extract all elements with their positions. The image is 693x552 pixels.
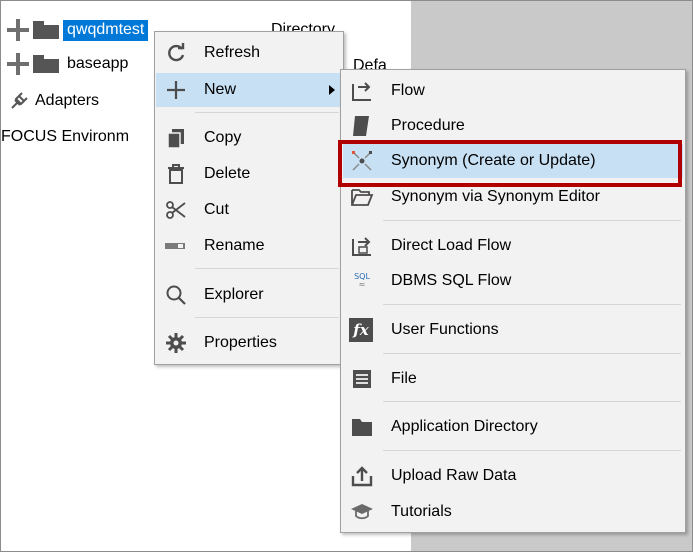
search-icon (163, 282, 189, 308)
menu-item-delete[interactable]: Delete (155, 157, 343, 191)
open-folder-icon (349, 184, 375, 210)
menu-separator (383, 401, 681, 402)
menu-separator (383, 450, 681, 451)
submenu-item-flow[interactable]: Flow (341, 74, 685, 108)
submenu-item-direct-load-flow[interactable]: Direct Load Flow (341, 229, 685, 263)
upload-icon (349, 463, 375, 489)
rename-icon (163, 233, 189, 259)
submenu-item-upload-raw-data[interactable]: Upload Raw Data (341, 459, 685, 493)
file-icon (349, 366, 375, 392)
submenu-item-procedure[interactable]: Procedure (341, 109, 685, 143)
menu-separator (195, 317, 339, 318)
submenu-item-application-directory[interactable]: Application Directory (341, 410, 685, 444)
folder-icon (349, 414, 375, 440)
submenu-item-tutorials[interactable]: Tutorials (341, 495, 685, 529)
tree-item-focus-environment[interactable]: FOCUS Environm (1, 125, 129, 149)
tree-item-qwqdmtest[interactable]: qwqdmtest (7, 18, 149, 42)
tree-item-label: baseapp (67, 55, 129, 72)
scissors-icon (163, 197, 189, 223)
menu-item-cut[interactable]: Cut (155, 193, 343, 227)
menu-separator (383, 353, 681, 354)
plus-icon (163, 77, 189, 103)
menu-separator (195, 112, 339, 113)
sql-flow-icon: SQL ≈ (354, 272, 370, 289)
submenu-item-file[interactable]: File (341, 362, 685, 396)
menu-item-rename[interactable]: Rename (155, 229, 343, 263)
submenu-item-dbms-sql-flow[interactable]: SQL ≈ DBMS SQL Flow (341, 264, 685, 298)
menu-item-copy[interactable]: Copy (155, 121, 343, 155)
submenu-arrow-icon (329, 85, 335, 95)
submenu-item-user-functions[interactable]: fx User Functions (341, 313, 685, 347)
tree-item-label: qwqdmtest (63, 19, 149, 41)
menu-item-refresh[interactable]: Refresh (155, 36, 343, 70)
context-menu: Refresh New Copy Delete Cut Rename Explo… (154, 31, 344, 365)
tree-item-label: Adapters (35, 92, 100, 109)
plug-icon (11, 92, 28, 109)
flow-icon (349, 78, 375, 104)
new-submenu: Flow Procedure Synonym (Create or Update… (340, 69, 686, 533)
menu-separator (383, 304, 681, 305)
explorer-window: Directory Defa qwqdmtest baseapp Adapter… (0, 0, 693, 552)
procedure-icon (349, 113, 375, 139)
expand-icon[interactable] (7, 19, 29, 41)
menu-separator (383, 220, 681, 221)
tree-item-baseapp[interactable]: baseapp (7, 52, 128, 76)
graduation-cap-icon (349, 499, 375, 525)
tree-item-adapters[interactable]: Adapters (9, 89, 99, 113)
menu-item-new[interactable]: New (156, 73, 342, 107)
folder-icon (33, 21, 59, 39)
direct-load-flow-icon (349, 233, 375, 259)
refresh-icon (163, 40, 189, 66)
menu-item-properties[interactable]: Properties (155, 326, 343, 360)
tree-item-label: FOCUS Environm (1, 128, 130, 145)
menu-separator (195, 268, 339, 269)
fx-icon: fx (349, 318, 373, 342)
expand-icon[interactable] (7, 53, 29, 75)
annotation-highlight-box (338, 140, 682, 187)
gear-icon (163, 330, 189, 356)
copy-icon (163, 125, 189, 151)
folder-icon (33, 55, 59, 73)
trash-icon (163, 161, 189, 187)
menu-item-explorer[interactable]: Explorer (155, 278, 343, 312)
